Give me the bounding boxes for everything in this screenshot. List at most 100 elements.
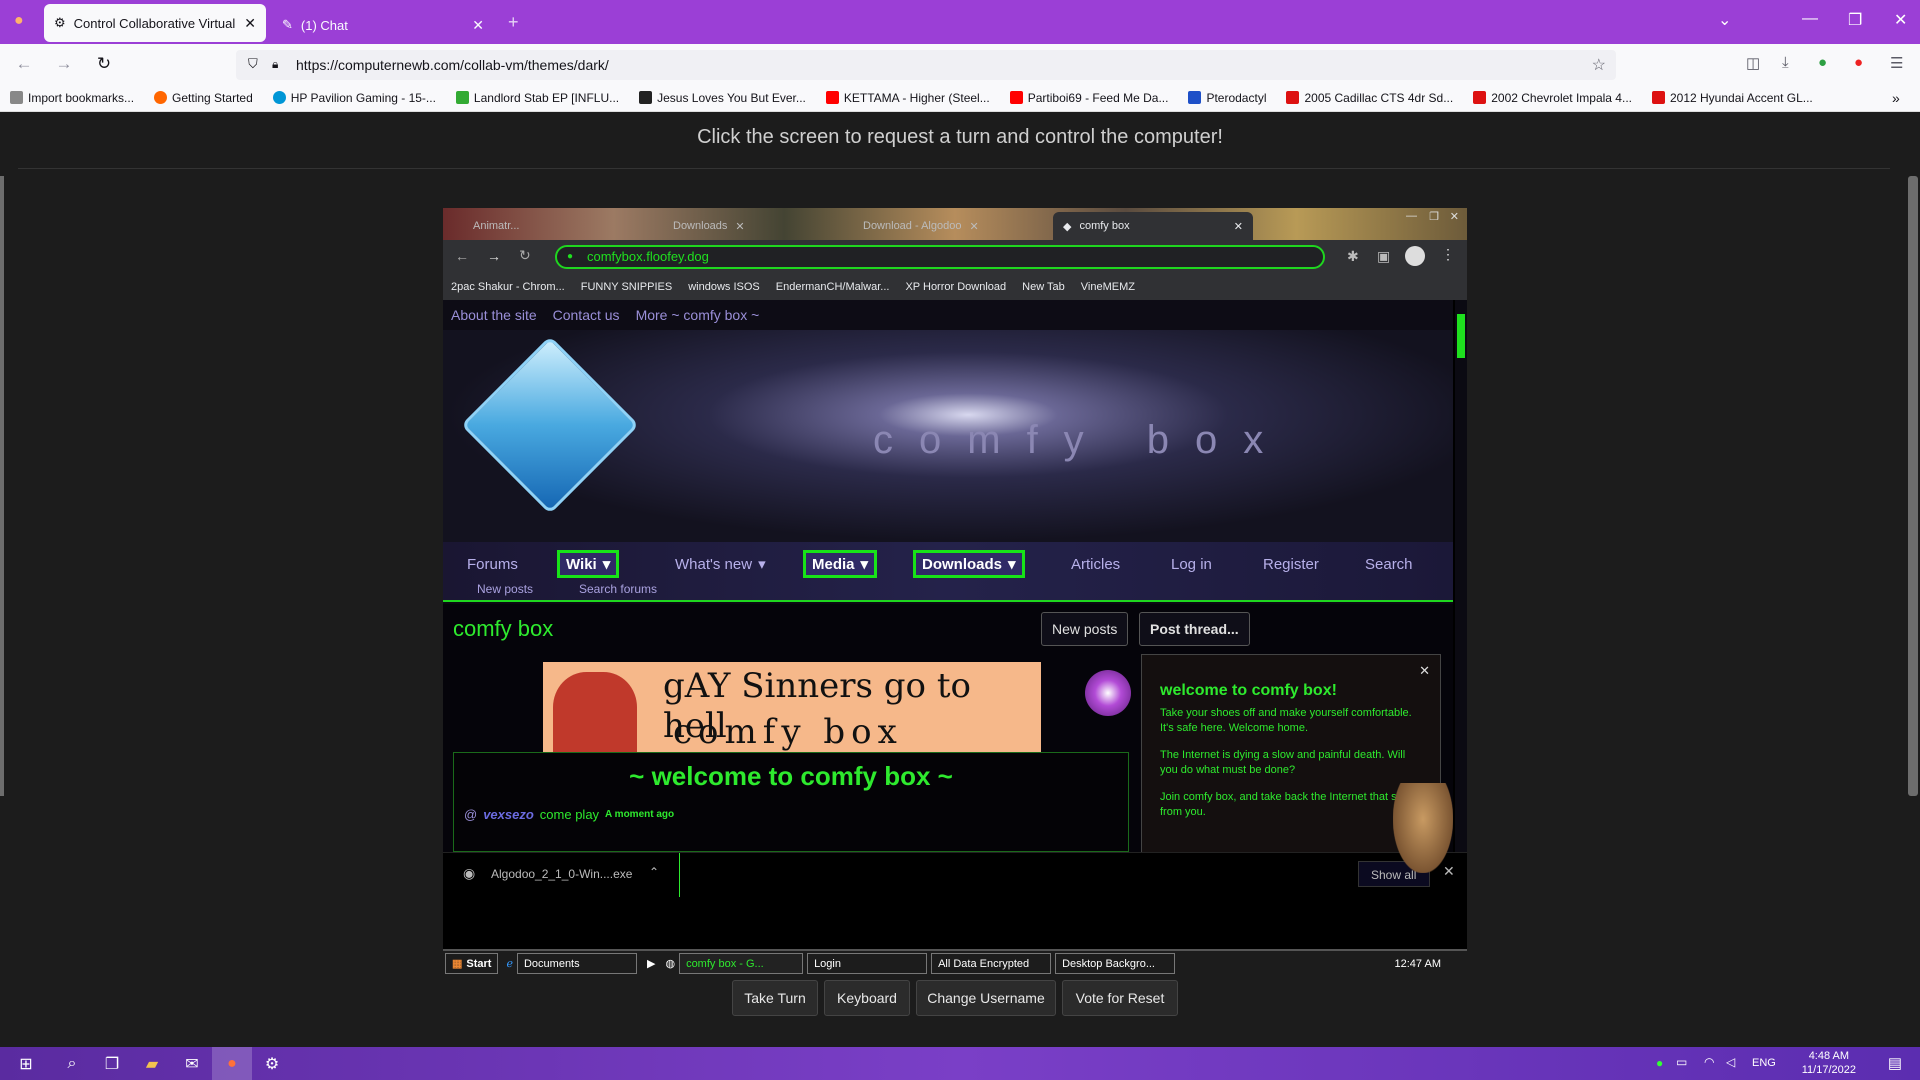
bookmark-item[interactable]: Partiboi69 - Feed Me Da... (1000, 91, 1179, 105)
notification-icon[interactable]: ▤ (1888, 1054, 1902, 1072)
chevron-down-icon[interactable]: ▾ (758, 555, 766, 573)
new-posts-button[interactable]: New posts (1041, 612, 1129, 646)
reload-icon[interactable]: ↻ (88, 48, 120, 80)
tab-collab-vm[interactable]: ⚙ Control Collaborative Virtual M... ✕ (44, 4, 266, 42)
menu-icon[interactable]: ☰ (1890, 54, 1903, 72)
page-scrollbar[interactable] (1908, 176, 1918, 796)
vm-taskbar-item[interactable]: Documents (516, 953, 637, 974)
extensions-icon[interactable]: ✱ (1347, 248, 1359, 265)
vm-tab-active[interactable]: ◆ comfy box ✕ (1053, 212, 1253, 240)
chevron-down-icon[interactable]: ▾ (1008, 555, 1016, 573)
take-turn-button[interactable]: Take Turn (732, 980, 818, 1016)
bookmark-star-icon[interactable]: ☆ (1592, 55, 1606, 75)
minimize-icon[interactable]: — (1802, 10, 1818, 28)
website-viewport[interactable]: About the site Contact us More ~ comfy b… (443, 300, 1453, 852)
vm-start-button[interactable]: ▦ Start (445, 953, 499, 974)
wifi-icon[interactable]: ◠ (1704, 1055, 1714, 1069)
menu-search[interactable]: Search (1359, 550, 1419, 578)
pocket-icon[interactable]: ◫ (1746, 54, 1760, 72)
post-thread-button[interactable]: Post thread... (1139, 612, 1250, 646)
restore-icon[interactable]: ❐ (1848, 10, 1862, 30)
download-item[interactable]: Algodoo_2_1_0-Win....exe (491, 867, 632, 881)
tab-chat[interactable]: ✎ (1) Chat ✕ (272, 6, 494, 44)
close-tab-icon[interactable]: ✕ (1234, 220, 1243, 233)
vm-tab[interactable]: Download - Algodoo ✕ (853, 212, 989, 240)
vm-taskbar-item[interactable]: Desktop Backgro... (1055, 953, 1176, 974)
close-icon[interactable]: ✕ (1419, 663, 1430, 678)
menu-forums[interactable]: Forums (461, 550, 524, 578)
minimize-icon[interactable]: — (1406, 210, 1417, 222)
extension-icon[interactable]: ● (1818, 54, 1827, 71)
vm-tab[interactable]: Downloads ✕ (663, 212, 755, 240)
back-icon[interactable]: ← (8, 48, 40, 80)
vm-taskbar-item[interactable]: All Data Encrypted (931, 953, 1052, 974)
battery-icon[interactable]: ▭ (1676, 1055, 1687, 1069)
about-link[interactable]: About the site (451, 307, 537, 323)
menu-login[interactable]: Log in (1165, 550, 1218, 578)
mail-icon[interactable]: ✉ (172, 1047, 212, 1080)
chevron-down-icon[interactable]: ▾ (861, 555, 869, 573)
keyboard-button[interactable]: Keyboard (824, 980, 910, 1016)
forward-icon[interactable]: → (48, 48, 80, 80)
restore-icon[interactable]: ❐ (1429, 210, 1439, 223)
adblock-icon[interactable]: ● (1854, 54, 1863, 71)
ad-banner-image[interactable]: gAY Sinners go to hell comfy box (543, 662, 1041, 762)
lock-icon[interactable]: 🔒︎ (272, 57, 278, 72)
menu-downloads[interactable]: Downloads ▾ (913, 550, 1025, 578)
bookmark-item[interactable]: Landlord Stab EP [INFLU... (446, 91, 629, 105)
bookmark-item[interactable]: 2005 Cadillac CTS 4dr Sd... (1276, 91, 1463, 105)
steam-icon[interactable]: ⚙ (252, 1047, 292, 1080)
bookmark-item[interactable]: XP Horror Download (897, 281, 1014, 293)
vm-taskbar-item-active[interactable]: comfy box - G... (679, 953, 804, 974)
bookmark-item[interactable]: 2pac Shakur - Chrom... (443, 281, 573, 293)
bookmark-item[interactable]: 2012 Hyundai Accent GL... (1642, 91, 1823, 105)
sidepanel-icon[interactable]: ▣ (1377, 248, 1390, 265)
firefox-menu-icon[interactable]: ● (14, 12, 24, 30)
forward-icon[interactable]: → (487, 248, 501, 264)
list-tabs-icon[interactable]: ⌄ (1718, 10, 1731, 30)
left-scrollbar[interactable] (0, 176, 4, 796)
vm-scrollbar[interactable] (1455, 300, 1467, 852)
close-tab-icon[interactable]: ✕ (244, 15, 256, 32)
vm-taskbar-item[interactable]: Login (807, 953, 928, 974)
bookmark-item[interactable]: FUNNY SNIPPIES (573, 281, 681, 293)
vm-tab[interactable]: Animatr... (463, 212, 529, 240)
chevron-down-icon[interactable]: ▾ (603, 555, 611, 573)
os-clock[interactable]: 4:48 AM 11/17/2022 (1802, 1049, 1856, 1077)
media-icon[interactable]: ▶ (647, 957, 655, 970)
change-username-button[interactable]: Change Username (916, 980, 1056, 1016)
bookmark-item[interactable]: VineMEMZ (1073, 281, 1143, 293)
file-explorer-icon[interactable]: ▰ (132, 1047, 172, 1080)
bookmark-item[interactable]: EndermanCH/Malwar... (768, 281, 898, 293)
bookmark-item[interactable]: Getting Started (144, 91, 263, 105)
bookmark-item[interactable]: Pterodactyl (1178, 91, 1276, 105)
bookmark-item[interactable]: KETTAMA - Higher (Steel... (816, 91, 1000, 105)
menu-articles[interactable]: Articles (1065, 550, 1126, 578)
bookmark-item[interactable]: HP Pavilion Gaming - 15-... (263, 91, 446, 105)
menu-whats-new[interactable]: What's new ▾ (669, 550, 772, 578)
close-tab-icon[interactable]: ✕ (472, 17, 484, 34)
language-indicator[interactable]: ENG (1752, 1057, 1776, 1069)
window-close-icon[interactable]: ✕ (1450, 210, 1459, 223)
menu-register[interactable]: Register (1257, 550, 1325, 578)
contact-link[interactable]: Contact us (553, 307, 620, 323)
more-link[interactable]: More ~ comfy box ~ (636, 307, 760, 323)
close-tab-icon[interactable]: ✕ (969, 220, 978, 233)
bookmark-item[interactable]: Jesus Loves You But Ever... (629, 91, 816, 105)
volume-icon[interactable]: ◁ (1726, 1055, 1735, 1069)
vm-url-bar[interactable]: ● comfybox.floofey.dog (555, 245, 1325, 269)
windows-start-icon[interactable]: ⊞ (0, 1047, 52, 1080)
menu-wiki[interactable]: Wiki ▾ (557, 550, 620, 578)
task-view-icon[interactable]: ❐ (92, 1047, 132, 1080)
algodoo-icon[interactable]: ◍ (665, 957, 675, 970)
url-text[interactable]: https://computernewb.com/collab-vm/theme… (296, 57, 609, 73)
back-icon[interactable]: ← (455, 248, 469, 264)
bookmark-item[interactable]: Import bookmarks... (0, 91, 144, 105)
scroll-thumb[interactable] (1457, 314, 1465, 358)
window-close-icon[interactable]: ✕ (1894, 10, 1907, 30)
search-icon[interactable]: ⌕ (52, 1047, 92, 1080)
download-icon[interactable]: ⤓ (1782, 54, 1789, 71)
latest-post[interactable]: @ vexsezo come play A moment ago (464, 807, 674, 822)
chevron-up-icon[interactable]: ⌃ (649, 865, 659, 879)
tray-status-icon[interactable]: ● (1656, 1056, 1663, 1070)
